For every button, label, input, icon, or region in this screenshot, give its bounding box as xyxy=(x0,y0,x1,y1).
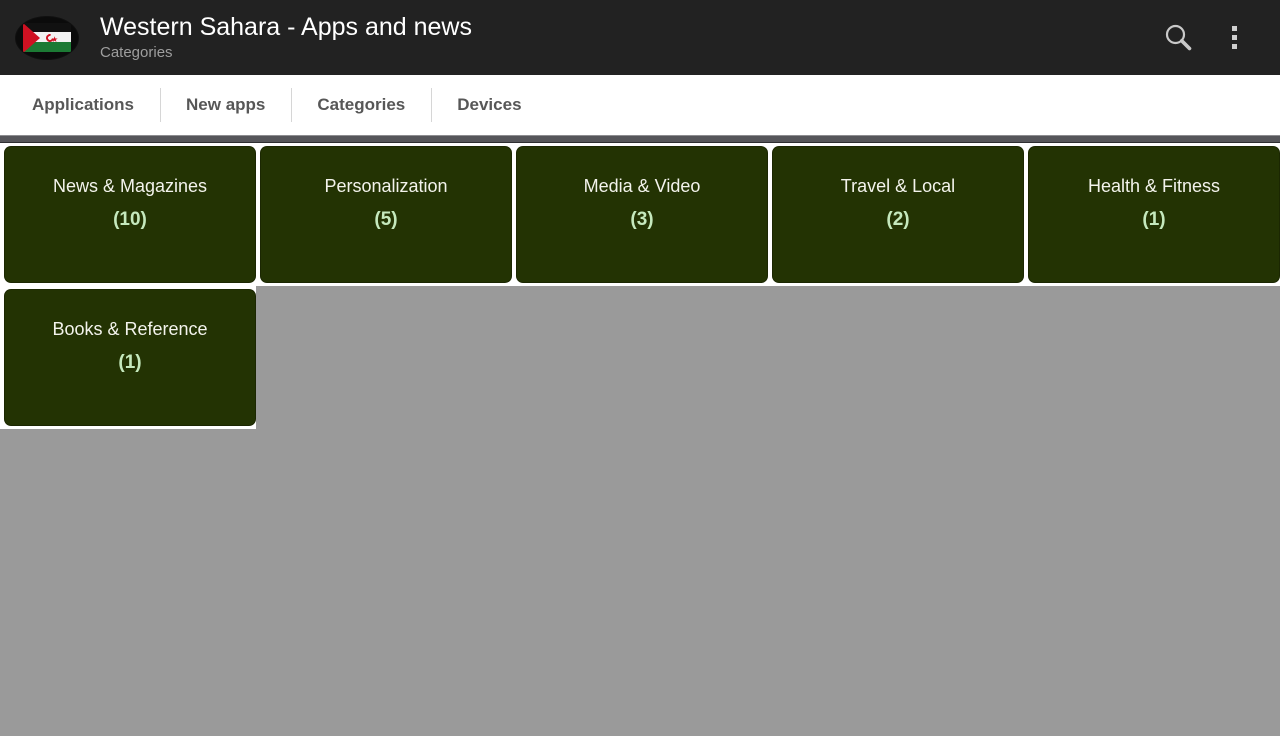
category-count: (2) xyxy=(886,209,910,230)
category-label: Books & Reference xyxy=(52,319,208,339)
tab-bar: Applications New apps Categories Devices xyxy=(0,75,1280,135)
flag-star-icon: ★ xyxy=(51,34,59,44)
tab-label: Devices xyxy=(457,95,522,114)
search-button[interactable] xyxy=(1150,10,1206,66)
category-grid-row: News & Magazines (10) Personalization (5… xyxy=(0,143,1280,286)
flag-red-triangle xyxy=(23,22,40,53)
category-count: (10) xyxy=(113,209,147,230)
category-count: (5) xyxy=(374,209,398,230)
tab-categories[interactable]: Categories xyxy=(291,85,431,125)
page-subtitle: Categories xyxy=(100,44,173,61)
category-label: Personalization xyxy=(324,176,448,196)
category-label: Travel & Local xyxy=(840,176,956,196)
overflow-dot-3 xyxy=(1231,44,1237,49)
tab-label: Categories xyxy=(317,95,406,114)
category-label: News & Magazines xyxy=(52,176,208,196)
tab-applications[interactable]: Applications xyxy=(6,85,160,125)
search-icon[interactable] xyxy=(1161,21,1195,55)
category-tile-news-magazines[interactable]: News & Magazines (10) xyxy=(5,147,255,282)
category-tile-media-video[interactable]: Media & Video (3) xyxy=(517,147,767,282)
category-label: Health & Fitness xyxy=(1087,176,1221,196)
app-bar-titles: Western Sahara - Apps and news Categorie… xyxy=(80,12,1150,63)
category-tile-health-fitness[interactable]: Health & Fitness (1) xyxy=(1029,147,1279,282)
overflow-dot-2 xyxy=(1231,35,1237,40)
overflow-menu-icon[interactable] xyxy=(1231,26,1237,49)
category-grid: News & Magazines (10) Personalization (5… xyxy=(0,143,1280,736)
tab-label: Applications xyxy=(32,95,135,114)
category-tile-travel-local[interactable]: Travel & Local (2) xyxy=(773,147,1023,282)
category-tile-books-reference[interactable]: Books & Reference (1) xyxy=(5,290,255,425)
overflow-menu-button[interactable] xyxy=(1206,10,1262,66)
app-bar: ★ Western Sahara - Apps and news Categor… xyxy=(0,0,1280,75)
flag-oval: ★ xyxy=(16,16,78,59)
category-grid-row: Books & Reference (1) xyxy=(0,286,256,429)
flag-inner: ★ xyxy=(23,22,71,53)
category-count: (1) xyxy=(118,352,142,373)
tab-new-apps[interactable]: New apps xyxy=(160,85,291,125)
category-count: (3) xyxy=(630,209,654,230)
category-count: (1) xyxy=(1142,209,1166,230)
overflow-dot-1 xyxy=(1231,26,1237,31)
tab-devices[interactable]: Devices xyxy=(431,85,547,125)
western-sahara-flag-icon: ★ xyxy=(14,15,80,61)
tab-bar-divider xyxy=(0,135,1280,143)
tab-label: New apps xyxy=(186,95,266,114)
category-tile-personalization[interactable]: Personalization (5) xyxy=(261,147,511,282)
category-label: Media & Video xyxy=(583,176,701,196)
page-title: Western Sahara - Apps and news xyxy=(100,13,472,41)
